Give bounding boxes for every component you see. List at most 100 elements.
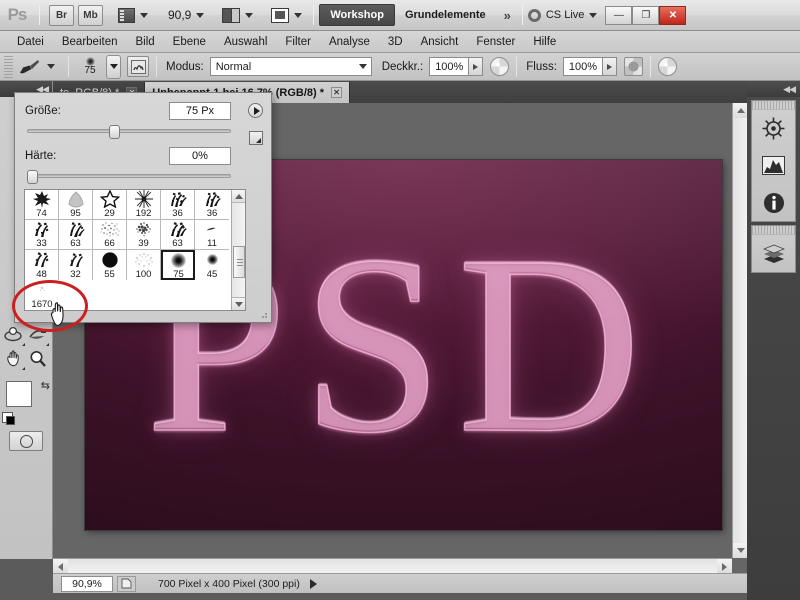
brush-cell[interactable]: 192 [127, 190, 161, 220]
panel-navigator[interactable] [752, 110, 795, 147]
brush-cell-selected[interactable]: 75 [161, 250, 195, 280]
toggle-brush-panel-button[interactable] [127, 56, 149, 77]
panel-histogram[interactable] [752, 147, 795, 184]
brush-preset-grid[interactable]: 74 95 29 192 36 36 33 63 66 39 63 11 48 … [24, 189, 246, 311]
quick-mask-toggle[interactable] [9, 431, 43, 451]
canvas-horizontal-scrollbar[interactable] [53, 558, 732, 574]
default-colors-icon[interactable] [2, 412, 15, 425]
scroll-up-icon[interactable] [733, 103, 748, 118]
view-extras-button[interactable] [103, 0, 151, 31]
hand-tool[interactable] [2, 347, 26, 371]
brush-hardness-slider[interactable] [27, 170, 231, 184]
brush-preset-preview[interactable]: 75 [76, 57, 104, 76]
scroll-right-icon[interactable] [717, 559, 732, 574]
panel-grip[interactable] [752, 101, 795, 110]
chevron-down-icon [294, 12, 303, 18]
menu-bild[interactable]: Bild [126, 31, 163, 53]
brush-cell[interactable]: 39 [127, 220, 161, 250]
slider-knob[interactable] [109, 125, 120, 139]
workspace-more-icon[interactable]: » [496, 8, 517, 23]
canvas-vertical-scrollbar[interactable] [732, 103, 748, 558]
menu-bearbeiten[interactable]: Bearbeiten [53, 31, 127, 53]
right-dock-header[interactable]: ◀◀ [747, 81, 800, 97]
scroll-left-icon[interactable] [53, 559, 68, 574]
close-button[interactable]: ✕ [659, 5, 687, 25]
brush-cell[interactable]: 32 [59, 250, 93, 280]
bridge-button[interactable]: Br [49, 4, 74, 26]
menu-ansicht[interactable]: Ansicht [412, 31, 468, 53]
brush-size-slider[interactable] [27, 125, 231, 139]
brush-hardness-input[interactable]: 0% [169, 147, 231, 165]
opacity-input[interactable]: 100% [429, 57, 470, 76]
options-bar-grip[interactable] [4, 55, 13, 78]
opacity-pressure-icon[interactable] [490, 57, 510, 76]
picker-preset-manager-button[interactable] [249, 131, 263, 145]
arrange-documents-button[interactable] [207, 0, 256, 31]
status-zoom-input[interactable]: 90,9% [61, 575, 113, 592]
picker-menu-button[interactable] [248, 103, 263, 118]
panel-layers[interactable] [752, 235, 795, 272]
scroll-down-icon[interactable] [232, 297, 245, 310]
current-tool-brush-icon[interactable] [16, 55, 42, 79]
zoom-level-control[interactable]: 90,9 [151, 0, 207, 31]
brush-cell[interactable]: 100 [127, 250, 161, 280]
brush-grid-scrollbar[interactable] [231, 190, 245, 310]
opacity-stepper[interactable] [469, 57, 484, 76]
brush-cell[interactable]: 66 [93, 220, 127, 250]
minimize-button[interactable]: — [605, 5, 633, 25]
menu-hilfe[interactable]: Hilfe [524, 31, 565, 53]
menu-auswahl[interactable]: Auswahl [215, 31, 276, 53]
scrollbar-thumb[interactable] [233, 246, 245, 278]
brush-cell[interactable]: 74 [25, 190, 59, 220]
flow-pressure-icon[interactable] [657, 57, 677, 76]
brush-cell[interactable]: 95 [59, 190, 93, 220]
panel-info[interactable] [752, 184, 795, 221]
slider-track [27, 174, 231, 178]
rotate-3d-object-tool[interactable] [2, 323, 26, 347]
menu-ebene[interactable]: Ebene [164, 31, 215, 53]
screen-mode-button[interactable] [256, 0, 305, 31]
cs-live-menu[interactable]: CS Live [527, 8, 598, 22]
brush-cell[interactable]: 63 [59, 220, 93, 250]
flow-input[interactable]: 100% [562, 57, 603, 76]
menu-analyse[interactable]: Analyse [320, 31, 379, 53]
picker-resize-grip[interactable] [259, 310, 268, 319]
flow-stepper[interactable] [602, 57, 617, 76]
restore-button[interactable]: ❐ [632, 5, 660, 25]
workspace-workshop[interactable]: Workshop [319, 4, 395, 26]
brush-preset-picker-button[interactable] [106, 54, 121, 79]
guides-grid-icon [118, 7, 135, 23]
slider-knob[interactable] [27, 170, 38, 184]
workspace-grundelemente[interactable]: Grundelemente [395, 4, 496, 26]
brush-cell[interactable]: 33 [25, 220, 59, 250]
menu-3d[interactable]: 3D [379, 31, 412, 53]
menu-fenster[interactable]: Fenster [467, 31, 524, 53]
status-menu-icon[interactable] [309, 578, 317, 589]
menu-filter[interactable]: Filter [276, 31, 320, 53]
menu-datei[interactable]: Datei [8, 31, 53, 53]
panel-grip[interactable] [752, 226, 795, 235]
brush-cell[interactable]: 36 [161, 190, 195, 220]
brush-cell[interactable]: 29 [93, 190, 127, 220]
swap-colors-icon[interactable]: ⇆ [41, 379, 50, 392]
mini-bridge-button[interactable]: Mb [78, 4, 103, 26]
brush-size-number: 95 [70, 208, 81, 219]
brush-cell[interactable]: 36 [195, 190, 229, 220]
chevron-down-icon[interactable] [47, 64, 55, 69]
brush-cell[interactable]: 55 [93, 250, 127, 280]
document-proxy-icon[interactable] [117, 575, 136, 592]
foreground-color-swatch[interactable] [6, 381, 32, 407]
close-icon[interactable]: ✕ [331, 87, 343, 98]
chevron-down-icon [358, 64, 367, 69]
brush-cell[interactable]: 48 [25, 250, 59, 280]
airbrush-toggle-icon[interactable] [623, 57, 643, 76]
zoom-tool[interactable] [26, 347, 50, 371]
brush-size-input[interactable]: 75 Px [169, 102, 231, 120]
blend-mode-select[interactable]: Normal [209, 57, 372, 76]
brush-cell[interactable]: 45 [195, 250, 229, 280]
brush-cell[interactable]: 63 [161, 220, 195, 250]
scroll-down-icon[interactable] [733, 543, 748, 558]
roll-3d-object-tool[interactable] [26, 323, 50, 347]
scroll-up-icon[interactable] [232, 190, 245, 203]
brush-cell[interactable]: 11 [195, 220, 229, 250]
